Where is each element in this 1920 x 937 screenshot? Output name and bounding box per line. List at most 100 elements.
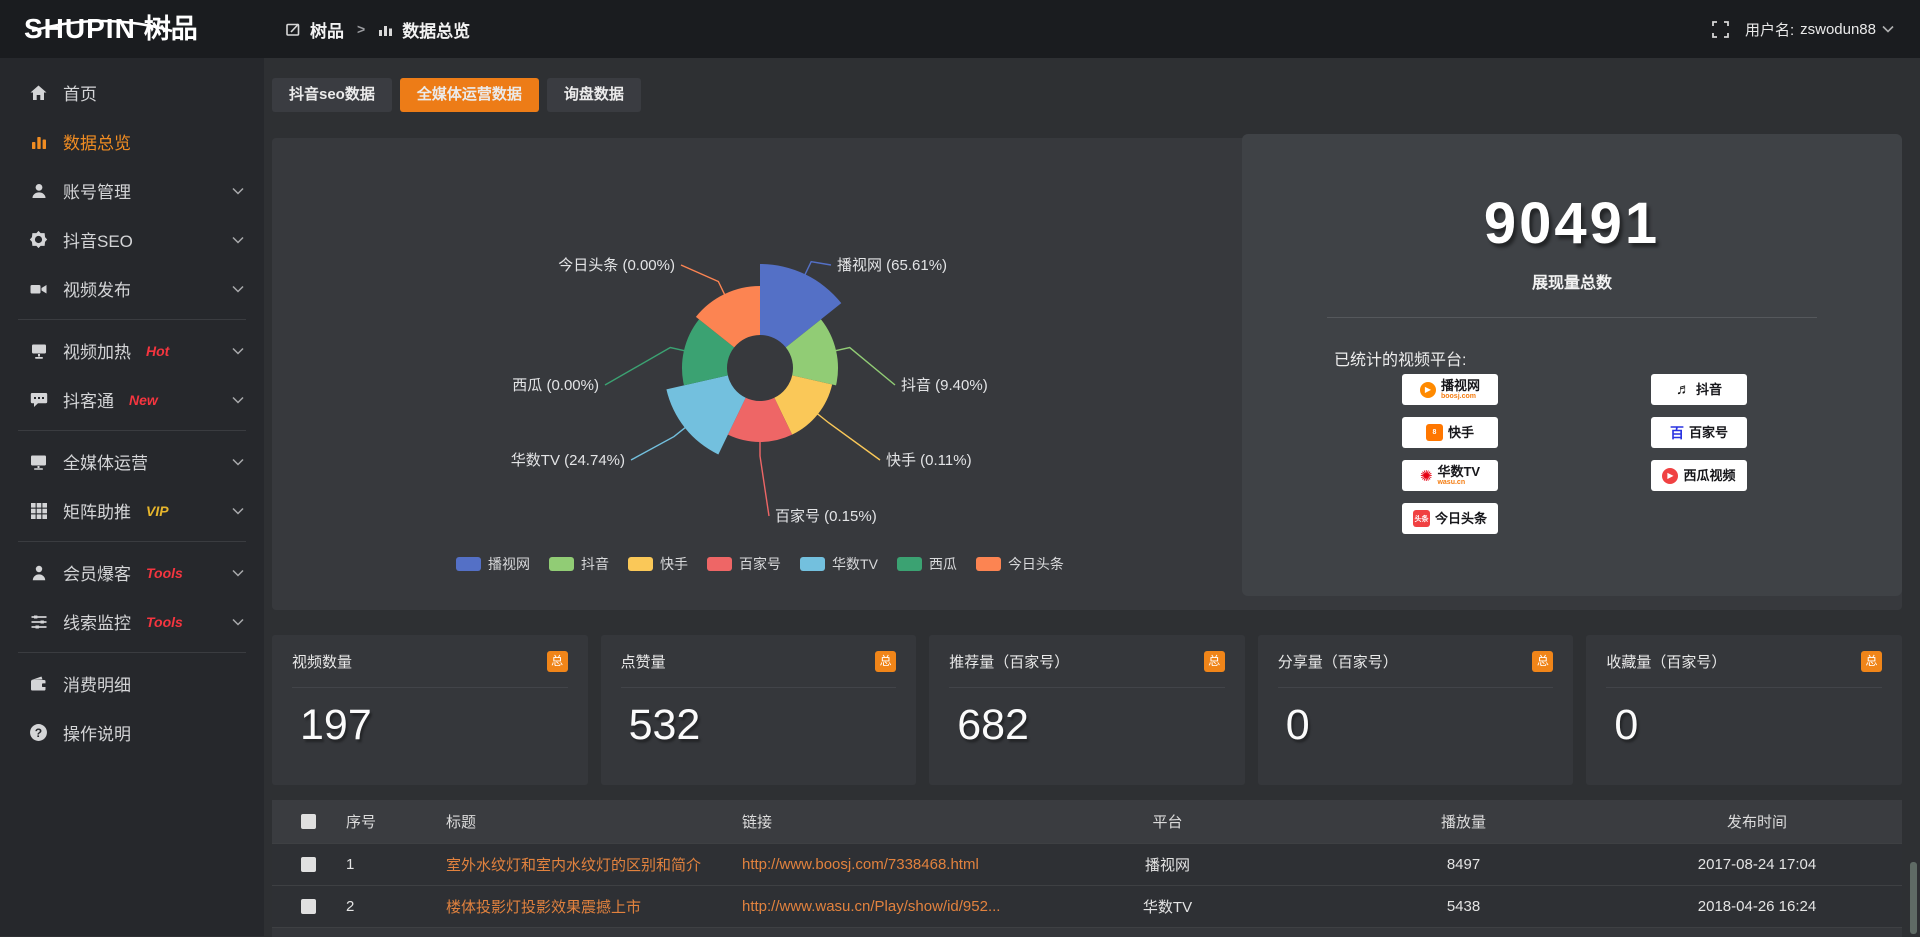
cell-publish-time: 2017-08-24 17:04 — [1612, 856, 1902, 873]
person-icon — [28, 564, 49, 582]
sidebar-item-spend-details[interactable]: 消费明细 — [0, 659, 264, 708]
row-checkbox[interactable] — [301, 857, 316, 872]
cell-url-link[interactable]: http://www.wasu.cn/Play/show/id/952... — [730, 898, 1020, 915]
tools-badge: Tools — [146, 565, 183, 581]
sidebar-item-video-heating[interactable]: 视频加热 Hot — [0, 326, 264, 375]
sidebar-item-video-publish[interactable]: 视频发布 — [0, 264, 264, 313]
chart-panel: 播视网 (65.61%)抖音 (9.40%)快手 (0.11%)百家号 (0.1… — [272, 138, 1902, 610]
header-platform: 平台 — [1020, 811, 1315, 832]
sidebar-item-douketong[interactable]: 抖客通 New — [0, 375, 264, 424]
app-logo: SHUPIN 树品 — [0, 15, 264, 43]
wasu-star-icon: ✺ — [1420, 467, 1433, 485]
bar-chart-icon — [28, 133, 49, 151]
sidebar-item-label: 矩阵助推 — [63, 498, 131, 523]
fullscreen-icon[interactable] — [1712, 21, 1729, 38]
table-row: 2 楼体投影灯投影效果震撼上市 http://www.wasu.cn/Play/… — [272, 885, 1902, 927]
user-menu[interactable]: 用户名: zswodun88 — [1745, 19, 1894, 40]
pie-legend: 播视网抖音 快手百家号 华数TV 西瓜今日头条 — [272, 554, 1248, 574]
header-publish-time: 发布时间 — [1612, 811, 1902, 832]
platform-badge-toutiao[interactable]: 头条 今日头条 — [1402, 503, 1498, 534]
platform-badge-xigua[interactable]: ▶ 西瓜视频 — [1651, 460, 1747, 491]
row-checkbox[interactable] — [301, 899, 316, 914]
chevron-down-icon — [232, 187, 244, 195]
videos-table: 序号 标题 链接 平台 播放量 发布时间 1 室外水纹灯和室内水纹灯的区别和简介… — [272, 800, 1902, 937]
legend-item-抖音[interactable]: 抖音 — [549, 554, 609, 574]
tab-douyin-seo-data[interactable]: 抖音seo数据 — [272, 78, 392, 112]
sidebar-item-clue-monitor[interactable]: 线索监控 Tools — [0, 597, 264, 646]
sidebar-item-omnimedia-ops[interactable]: 全媒体运营 — [0, 437, 264, 486]
sidebar-item-data-overview[interactable]: 数据总览 — [0, 117, 264, 166]
total-badge[interactable]: 总 — [875, 651, 896, 672]
stat-cards: 视频数量总 197 点赞量总 532 推荐量（百家号）总 682 分享量（百家号… — [272, 635, 1902, 785]
stat-value: 532 — [629, 701, 897, 750]
summary-panel: 90491 展现量总数 已统计的视频平台: ▶ 播视网 boosj.com 8 … — [1242, 134, 1902, 596]
pie-slice-label: 抖音 (9.40%) — [901, 377, 988, 394]
pie-label-line — [631, 427, 686, 460]
pie-label-line — [817, 414, 880, 460]
pie-slice-华数TV[interactable] — [666, 375, 745, 454]
platform-badge-douyin[interactable]: ♬ 抖音 — [1651, 374, 1747, 405]
tab-omnimedia-ops-data[interactable]: 全媒体运营数据 — [400, 78, 539, 112]
platform-share-pie-chart[interactable]: 播视网 (65.61%)抖音 (9.40%)快手 (0.11%)百家号 (0.1… — [272, 138, 1248, 578]
svg-text:?: ? — [35, 726, 42, 740]
total-badge[interactable]: 总 — [1861, 651, 1882, 672]
total-badge[interactable]: 总 — [1204, 651, 1225, 672]
xigua-play-icon: ▶ — [1662, 468, 1678, 484]
legend-item-播视网[interactable]: 播视网 — [456, 554, 530, 574]
legend-item-华数TV[interactable]: 华数TV — [800, 554, 878, 574]
platform-badge-boosj[interactable]: ▶ 播视网 boosj.com — [1402, 374, 1498, 405]
sidebar-item-label: 首页 — [63, 80, 97, 105]
breadcrumb-current[interactable]: 数据总览 — [402, 17, 470, 42]
sidebar-item-douyin-seo[interactable]: 抖音SEO — [0, 215, 264, 264]
data-tabs: 抖音seo数据 全媒体运营数据 询盘数据 — [272, 78, 1902, 112]
pie-slice-label: 快手 (0.11%) — [886, 452, 972, 469]
sidebar-item-label: 抖客通 — [63, 387, 114, 412]
douyin-note-icon: ♬ — [1676, 381, 1691, 398]
vertical-scrollbar-thumb[interactable] — [1910, 862, 1917, 934]
sliders-icon — [28, 613, 49, 631]
total-impressions-label: 展现量总数 — [1242, 269, 1902, 293]
header-plays: 播放量 — [1315, 811, 1612, 832]
pie-slice-label: 今日头条 (0.00%) — [558, 257, 675, 274]
sidebar-item-home[interactable]: 首页 — [0, 68, 264, 117]
cell-title-link[interactable]: 楼体投影灯投影效果震撼上市 — [434, 896, 730, 917]
sidebar-item-account-mgmt[interactable]: 账号管理 — [0, 166, 264, 215]
logo-arc — [26, 19, 178, 33]
cell-platform: 华数TV — [1020, 896, 1315, 917]
sidebar-item-matrix-boost[interactable]: 矩阵助推 VIP — [0, 486, 264, 535]
sidebar-item-member-leads[interactable]: 会员爆客 Tools — [0, 548, 264, 597]
cell-title-link[interactable]: 室外水纹灯和室内水纹灯的区别和简介 — [434, 854, 730, 875]
legend-label: 快手 — [660, 554, 688, 574]
stat-card-recommends: 推荐量（百家号）总 682 — [929, 635, 1245, 785]
legend-item-快手[interactable]: 快手 — [628, 554, 688, 574]
legend-item-西瓜[interactable]: 西瓜 — [897, 554, 957, 574]
chat-bubble-icon — [28, 391, 49, 409]
select-all-checkbox[interactable] — [301, 814, 316, 829]
chevron-down-icon — [232, 569, 244, 577]
edit-square-icon — [286, 22, 301, 37]
total-impressions-value: 90491 — [1242, 190, 1902, 257]
table-header-row: 序号 标题 链接 平台 播放量 发布时间 — [272, 800, 1902, 843]
breadcrumb: 树品 > 数据总览 — [286, 17, 470, 42]
platform-badge-kuaishou[interactable]: 8 快手 — [1402, 417, 1498, 448]
platform-badge-wasu[interactable]: ✺ 华数TV wasu.cn — [1402, 460, 1498, 491]
sidebar-item-help[interactable]: ? 操作说明 — [0, 708, 264, 757]
chevron-down-icon — [1882, 25, 1894, 33]
sidebar: 首页 数据总览 账号管理 抖音SEO 视频发布 视频加热 Hot 抖客通 New… — [0, 58, 264, 936]
chevron-down-icon — [232, 507, 244, 515]
breadcrumb-root[interactable]: 树品 — [310, 17, 344, 42]
legend-label: 华数TV — [832, 554, 878, 574]
legend-item-百家号[interactable]: 百家号 — [707, 554, 781, 574]
legend-item-今日头条[interactable]: 今日头条 — [976, 554, 1064, 574]
cell-url-link[interactable]: http://www.boosj.com/7338468.html — [730, 856, 1020, 873]
total-badge[interactable]: 总 — [547, 651, 568, 672]
toutiao-icon: 头条 — [1413, 510, 1430, 527]
hot-badge: Hot — [146, 343, 169, 359]
platform-badge-baijiahao[interactable]: 百 百家号 — [1651, 417, 1747, 448]
legend-label: 播视网 — [488, 554, 530, 574]
total-badge[interactable]: 总 — [1532, 651, 1553, 672]
grid-icon — [28, 502, 49, 520]
pie-slice-label: 华数TV (24.74%) — [511, 452, 625, 469]
sidebar-item-label: 视频发布 — [63, 276, 131, 301]
tab-inquiry-data[interactable]: 询盘数据 — [547, 78, 641, 112]
